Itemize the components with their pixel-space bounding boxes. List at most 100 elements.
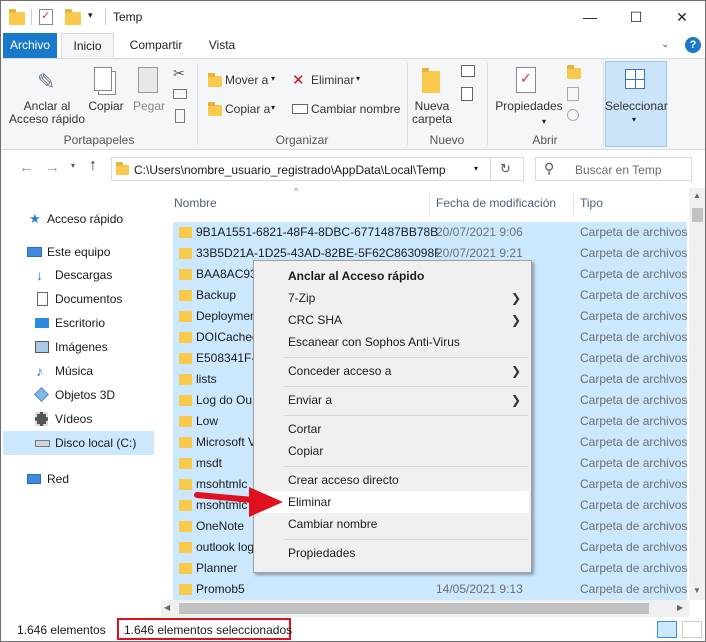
nav-item-escritorio[interactable]: Escritorio: [1, 312, 156, 334]
easy-access-icon[interactable]: [461, 87, 473, 101]
hscroll-thumb[interactable]: [179, 603, 649, 614]
row-name: Log do Ou: [196, 393, 253, 407]
cut-icon[interactable]: ✂: [173, 65, 185, 82]
vertical-scrollbar[interactable]: ▲ ▼: [689, 188, 705, 600]
table-row[interactable]: 9B1A1551-6821-48F4-8DBC-6771487BB78B 20/0…: [173, 222, 687, 243]
menu-item-properties[interactable]: Propiedades: [256, 542, 529, 564]
nav-this-pc[interactable]: Este equipo: [1, 241, 156, 263]
recent-locations-icon[interactable]: ▾: [71, 161, 75, 170]
copy-button[interactable]: Copiar: [87, 100, 125, 113]
menu-item-scan-sophos[interactable]: Escanear con Sophos Anti-Virus: [256, 331, 529, 353]
tab-vista[interactable]: Vista: [199, 33, 245, 58]
properties-button[interactable]: Propiedades: [495, 100, 563, 113]
menu-item-delete[interactable]: Eliminar: [256, 491, 529, 513]
nav-label: Descargas: [55, 268, 113, 282]
row-name: outlook log: [196, 540, 255, 554]
menu-item-pin[interactable]: Anclar al Acceso rápido: [256, 265, 529, 287]
nav-network[interactable]: Red: [1, 468, 156, 490]
pin-quick-access-button[interactable]: Anclar al Acceso rápido: [5, 100, 89, 126]
minimize-button[interactable]: —: [567, 1, 613, 33]
folder-icon: [179, 290, 192, 301]
menu-item-send-to[interactable]: Enviar a ❯: [256, 389, 529, 411]
tab-compartir[interactable]: Compartir: [121, 33, 191, 58]
column-header-date[interactable]: Fecha de modificación: [436, 196, 556, 210]
menu-item-crc-sha[interactable]: CRC SHA ❯: [256, 309, 529, 331]
close-button[interactable]: ✕: [659, 1, 705, 33]
scroll-down-icon[interactable]: ▼: [693, 586, 701, 595]
column-header-type[interactable]: Tipo: [580, 196, 603, 210]
copy-to-button[interactable]: Copiar a: [225, 103, 270, 116]
menu-item-create-shortcut[interactable]: Crear acceso directo: [256, 469, 529, 491]
horizontal-scrollbar[interactable]: ◀ ▶: [161, 600, 689, 617]
folder-icon: [179, 248, 192, 259]
up-icon[interactable]: ↑: [89, 157, 97, 175]
new-item-icon[interactable]: [461, 65, 475, 77]
details-view-icon[interactable]: [657, 621, 677, 638]
menu-item-copy[interactable]: Copiar: [256, 440, 529, 462]
menu-item-cut[interactable]: Cortar: [256, 418, 529, 440]
forward-icon[interactable]: →: [45, 159, 60, 176]
nav-item-disco-local[interactable]: Disco local (C:): [3, 431, 154, 455]
nav-item-imagenes[interactable]: Imágenes: [1, 336, 156, 358]
menu-item-7zip[interactable]: 7-Zip ❯: [256, 287, 529, 309]
nav-quick-access[interactable]: ★ Acceso rápido: [1, 208, 156, 230]
move-to-dropdown-icon: ▾: [271, 74, 276, 83]
scroll-left-icon[interactable]: ◀: [164, 603, 170, 612]
history-icon[interactable]: [567, 109, 579, 121]
nav-item-descargas[interactable]: ↓ Descargas: [1, 264, 156, 286]
open-icon[interactable]: [567, 65, 581, 79]
address-box[interactable]: C:\Users\nombre_usuario_registrado\AppDa…: [111, 157, 524, 181]
table-row[interactable]: Promob5 14/05/2021 9:13 Carpeta de archivo…: [173, 579, 687, 600]
address-path: C:\Users\nombre_usuario_registrado\AppDa…: [134, 163, 446, 177]
scroll-thumb[interactable]: [692, 208, 703, 222]
rename-button[interactable]: Cambiar nombre: [311, 103, 400, 116]
tab-archivo[interactable]: Archivo: [3, 33, 57, 58]
customize-toolbar-icon[interactable]: ▾: [88, 10, 93, 21]
nav-item-objetos-3d[interactable]: Objetos 3D: [1, 384, 156, 406]
large-icons-view-icon[interactable]: [682, 621, 702, 638]
copy-path-icon[interactable]: [173, 89, 187, 99]
folder-icon: [179, 563, 192, 574]
search-input[interactable]: ⚲ Buscar en Temp: [535, 157, 692, 181]
row-name: msdt: [196, 456, 223, 470]
scroll-up-icon[interactable]: ▲: [693, 191, 701, 200]
context-menu: Anclar al Acceso rápido 7-Zip ❯ CRC SHA …: [253, 260, 532, 573]
delete-button[interactable]: Eliminar: [311, 74, 354, 87]
paste-button[interactable]: Pegar: [131, 100, 167, 113]
new-folder-icon[interactable]: [65, 9, 81, 25]
collapse-ribbon-icon[interactable]: ⌄: [661, 39, 669, 50]
menu-item-rename[interactable]: Cambiar nombre: [256, 513, 529, 535]
row-type: Carpeta de archivos: [580, 309, 688, 323]
select-dropdown-icon: ▾: [632, 115, 637, 124]
move-to-button[interactable]: Mover a: [225, 74, 268, 87]
row-type: Carpeta de archivos: [580, 582, 688, 596]
help-icon[interactable]: ?: [685, 37, 701, 53]
sort-ascending-icon: ^: [294, 186, 299, 196]
new-folder-button[interactable]: Nueva carpeta: [408, 100, 456, 126]
paste-shortcut-icon[interactable]: [175, 109, 185, 123]
row-type: Carpeta de archivos: [580, 519, 688, 533]
row-type: Carpeta de archivos: [580, 393, 688, 407]
nav-item-musica[interactable]: ♪ Música: [1, 360, 156, 382]
tab-inicio[interactable]: Inicio: [61, 33, 114, 58]
properties-icon[interactable]: ✓: [39, 9, 53, 25]
new-folder-large-icon: [422, 68, 440, 93]
back-icon[interactable]: ←: [19, 159, 34, 176]
maximize-button[interactable]: ☐: [613, 1, 659, 33]
scroll-right-icon[interactable]: ▶: [677, 603, 683, 612]
nav-item-videos[interactable]: Vídeos: [1, 408, 156, 430]
menu-item-grant-access[interactable]: Conceder acceso a ❯: [256, 360, 529, 382]
refresh-icon[interactable]: ↻: [500, 161, 511, 177]
submenu-arrow-icon: ❯: [510, 393, 521, 407]
address-dropdown-icon[interactable]: ▾: [474, 164, 478, 173]
navigation-pane: ★ Acceso rápido Este equipo ↓ Descargas …: [1, 198, 161, 598]
folder-icon: [9, 9, 25, 25]
row-date: 14/05/2021 9:13: [436, 582, 523, 596]
edit-icon[interactable]: [567, 87, 579, 101]
column-header-name[interactable]: Nombre: [174, 196, 217, 210]
nav-item-documentos[interactable]: Documentos: [1, 288, 156, 310]
selected-count: 1.646 elementos seleccionados: [124, 623, 293, 637]
status-bar: 1.646 elementos 1.646 elementos seleccio…: [1, 618, 705, 641]
row-type: Carpeta de archivos: [580, 498, 688, 512]
submenu-arrow-icon: ❯: [510, 291, 521, 305]
